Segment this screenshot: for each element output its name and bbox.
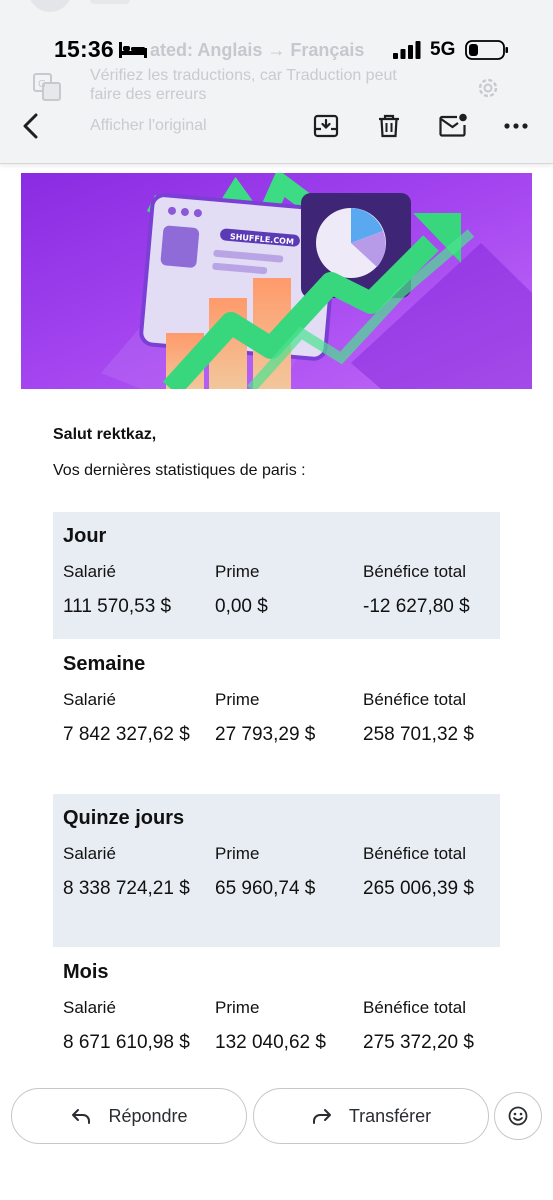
value-bonus: 65 960,74 $ xyxy=(215,878,316,899)
value-total-profit: 265 006,39 $ xyxy=(363,878,474,899)
status-time: 15:36 xyxy=(54,36,114,62)
stats-block-title: Jour xyxy=(63,525,107,547)
stats-block-title: Mois xyxy=(63,961,109,983)
forward-icon xyxy=(312,1109,331,1124)
col-label-bonus: Prime xyxy=(215,562,260,581)
reply-icon xyxy=(72,1109,91,1124)
more-icon xyxy=(504,123,528,129)
delete-button[interactable] xyxy=(372,110,406,142)
promo-banner: SHUFFLE.COM xyxy=(21,173,532,389)
bottom-action-bar: Répondre Transférer xyxy=(0,1082,553,1200)
value-bonus: 27 793,29 $ xyxy=(215,724,316,745)
emoji-reaction-button[interactable] xyxy=(494,1092,542,1140)
archive-icon xyxy=(313,114,339,138)
battery-icon xyxy=(465,40,508,60)
forward-label: Transférer xyxy=(348,1105,432,1126)
value-total-profit: 275 372,20 $ xyxy=(363,1032,474,1053)
stats-block-fortnight: Quinze jours Salarié 8 338 724,21 $ Prime… xyxy=(53,794,500,947)
back-icon xyxy=(23,113,38,139)
value-salary: 8 671 610,98 $ xyxy=(63,1032,190,1053)
sender-name-placeholder xyxy=(90,0,130,4)
col-label-salary: Salarié xyxy=(63,690,116,709)
value-total-profit: 258 701,32 $ xyxy=(363,724,474,745)
col-label-salary: Salarié xyxy=(63,998,116,1017)
banner-illustration: SHUFFLE.COM xyxy=(21,173,532,389)
col-label-bonus: Prime xyxy=(215,690,260,709)
col-label-salary: Salarié xyxy=(63,562,116,581)
value-total-profit: -12 627,80 $ xyxy=(363,596,470,617)
stats-block-month: Mois Salarié 8 671 610,98 $ Prime 132 040,… xyxy=(53,948,500,1082)
stats-block-title: Semaine xyxy=(63,653,146,675)
sender-avatar xyxy=(28,0,72,12)
back-button[interactable] xyxy=(14,108,50,144)
more-options-button[interactable] xyxy=(499,110,533,142)
col-label-bonus: Prime xyxy=(215,844,260,863)
stats-block-day: Jour Salarié 111 570,53 $ Prime 0,00 $ Bén… xyxy=(53,512,500,639)
translate-icon: G xyxy=(33,73,61,101)
value-salary: 111 570,53 $ xyxy=(63,596,172,617)
mark-unread-button[interactable] xyxy=(436,110,470,142)
value-bonus: 132 040,62 $ xyxy=(215,1032,326,1053)
svg-text:G: G xyxy=(38,79,46,90)
stats-block-title: Quinze jours xyxy=(63,807,185,829)
show-original-link[interactable]: Afficher l'original xyxy=(90,117,207,135)
col-label-total-profit: Bénéfice total xyxy=(363,844,467,863)
col-label-total-profit: Bénéfice total xyxy=(363,562,467,581)
cellular-signal-icon xyxy=(393,41,421,59)
network-type: 5G xyxy=(430,39,456,60)
translation-title: ated: Anglais → Français xyxy=(150,40,365,60)
email-greeting: Salut rektkaz, xyxy=(53,426,157,443)
top-app-bar: 15:36 ated: Anglais → Français 5G G Véri… xyxy=(0,0,553,164)
value-salary: 7 842 327,62 $ xyxy=(63,724,190,745)
col-label-total-profit: Bénéfice total xyxy=(363,690,467,709)
col-label-total-profit: Bénéfice total xyxy=(363,998,467,1017)
stats-block-week: Semaine Salarié 7 842 327,62 $ Prime 27 79… xyxy=(53,640,500,794)
reply-button[interactable]: Répondre xyxy=(11,1088,247,1144)
reply-label: Répondre xyxy=(108,1105,188,1126)
bed-icon xyxy=(119,42,147,58)
archive-button[interactable] xyxy=(309,110,343,142)
gear-icon[interactable] xyxy=(474,74,502,102)
value-salary: 8 338 724,21 $ xyxy=(63,878,190,899)
email-intro: Vos dernières statistiques de paris : xyxy=(53,462,306,479)
col-label-bonus: Prime xyxy=(215,998,260,1017)
forward-button[interactable]: Transférer xyxy=(253,1088,489,1144)
smiley-icon xyxy=(508,1106,528,1126)
col-label-salary: Salarié xyxy=(63,844,116,863)
value-bonus: 0,00 $ xyxy=(215,596,268,617)
mark-unread-icon xyxy=(439,113,467,137)
translation-note: Vérifiez les traductions, car Traduction… xyxy=(90,67,397,103)
trash-icon xyxy=(379,114,399,138)
